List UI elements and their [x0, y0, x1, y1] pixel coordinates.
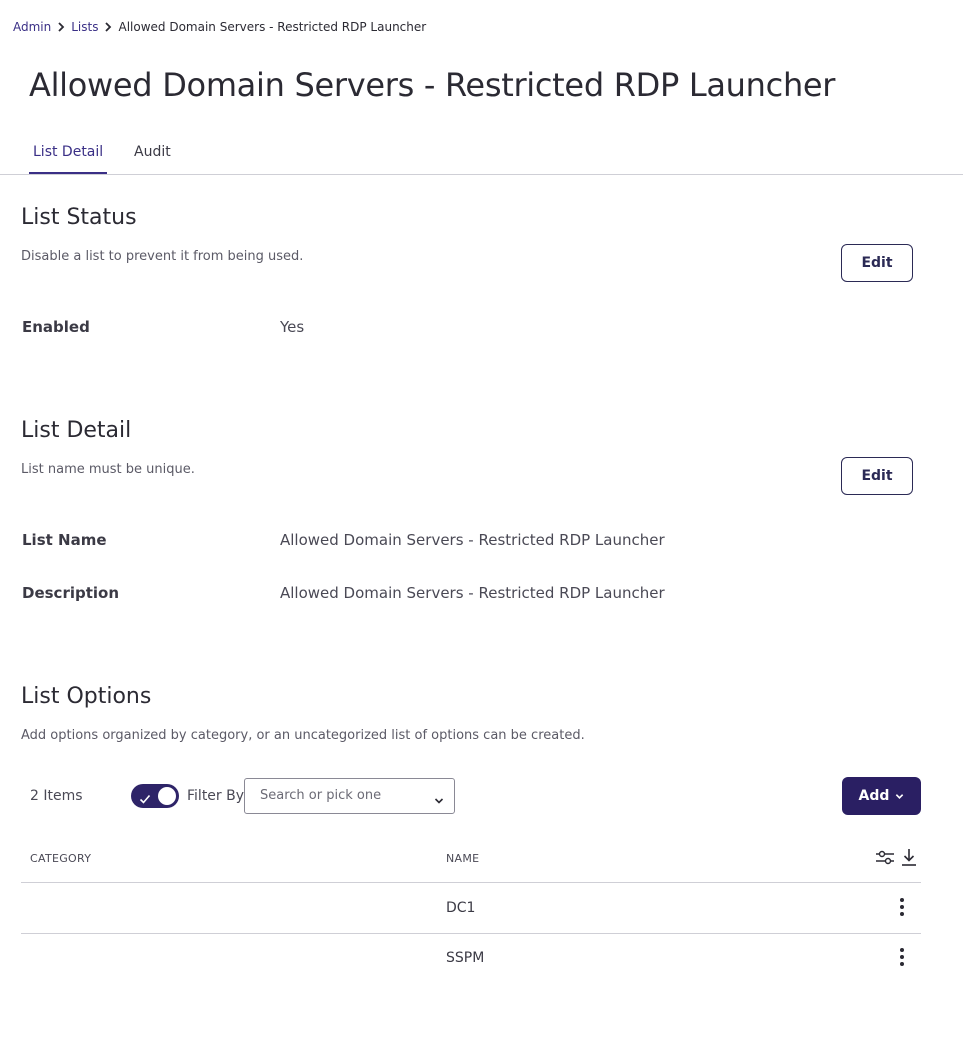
- field-value-list-name: Allowed Domain Servers - Restricted RDP …: [280, 531, 665, 549]
- filter-select-placeholder: Search or pick one: [260, 788, 382, 803]
- tab-list-detail[interactable]: List Detail: [29, 144, 108, 174]
- breadcrumb-link-lists[interactable]: Lists: [71, 20, 98, 34]
- chevron-right-icon: [104, 22, 112, 32]
- column-settings-icon[interactable]: [875, 848, 895, 866]
- filter-by-label: Filter By: [187, 788, 245, 804]
- column-header-name[interactable]: NAME: [446, 852, 479, 865]
- field-value-description: Allowed Domain Servers - Restricted RDP …: [280, 584, 665, 602]
- chevron-right-icon: [57, 22, 65, 32]
- filter-toggle[interactable]: [131, 784, 179, 808]
- more-vertical-icon[interactable]: [895, 947, 909, 967]
- section-title-list-detail: List Detail: [21, 418, 132, 443]
- field-label-description: Description: [22, 584, 120, 602]
- chevron-down-icon: [434, 791, 444, 810]
- tab-audit[interactable]: Audit: [134, 144, 171, 172]
- edit-list-status-button[interactable]: Edit: [841, 244, 913, 282]
- table-header-divider: [21, 882, 921, 883]
- toggle-knob: [158, 787, 176, 805]
- section-title-list-options: List Options: [21, 684, 152, 709]
- cell-name: DC1: [446, 900, 476, 916]
- table-actions: [875, 848, 917, 866]
- add-button-label: Add: [858, 788, 890, 804]
- field-label-enabled: Enabled: [22, 318, 90, 336]
- tab-bar: List Detail Audit: [0, 132, 963, 175]
- section-title-list-status: List Status: [21, 205, 137, 230]
- page-title: Allowed Domain Servers - Restricted RDP …: [29, 66, 836, 104]
- chevron-down-icon: [895, 792, 904, 801]
- breadcrumb-current: Allowed Domain Servers - Restricted RDP …: [118, 20, 427, 34]
- section-description-list-detail: List name must be unique.: [21, 462, 195, 477]
- filter-select[interactable]: Search or pick one: [244, 778, 455, 814]
- column-header-category[interactable]: CATEGORY: [30, 852, 91, 865]
- field-label-list-name: List Name: [22, 531, 107, 549]
- download-icon[interactable]: [901, 848, 917, 866]
- section-description-list-status: Disable a list to prevent it from being …: [21, 249, 304, 264]
- check-icon: [139, 790, 151, 809]
- breadcrumb: Admin Lists Allowed Domain Servers - Res…: [13, 20, 426, 34]
- cell-name: SSPM: [446, 950, 485, 966]
- table-row-divider: [21, 933, 921, 934]
- section-description-list-options: Add options organized by category, or an…: [21, 728, 585, 743]
- items-count: 2 Items: [30, 788, 83, 804]
- add-option-button[interactable]: Add: [842, 777, 921, 815]
- edit-list-detail-button[interactable]: Edit: [841, 457, 913, 495]
- more-vertical-icon[interactable]: [895, 897, 909, 917]
- field-value-enabled: Yes: [280, 318, 305, 336]
- breadcrumb-link-admin[interactable]: Admin: [13, 20, 51, 34]
